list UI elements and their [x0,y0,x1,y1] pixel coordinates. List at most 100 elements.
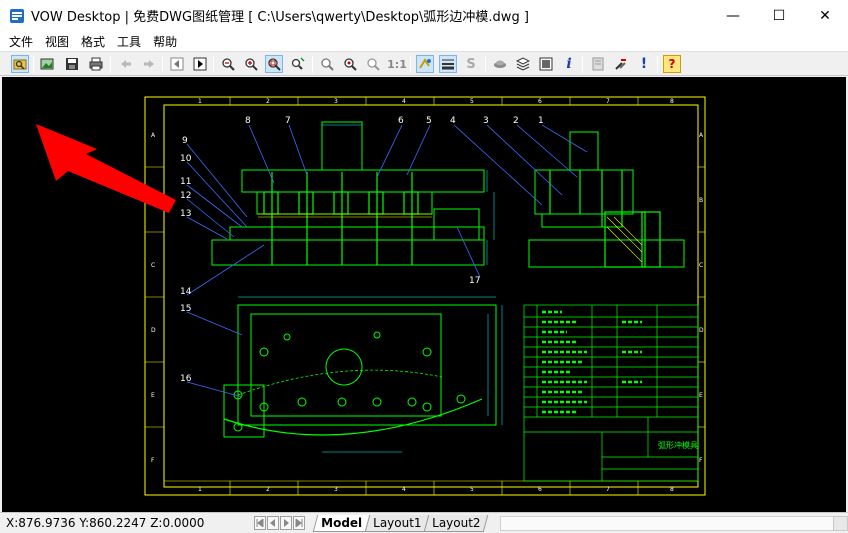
grid-number: 3 [334,486,338,493]
grid-letter: D [699,327,704,334]
grid-number: 6 [538,486,542,493]
part-label: 8 [245,116,251,126]
title-bar[interactable]: VOW Desktop | 免费DWG图纸管理 [ C:\Users\qwert… [0,0,848,31]
grid-letter: D [151,327,156,334]
part-label: 11 [180,177,191,187]
print-preview-icon[interactable] [589,55,607,73]
part-label: 10 [180,154,192,164]
toolbar-separator [582,56,583,73]
close-button[interactable]: ✕ [802,0,848,31]
part-label: 16 [180,374,192,384]
part-label: 1 [538,116,544,126]
window-title: VOW Desktop | 免费DWG图纸管理 [ C:\Users\qwert… [31,10,529,25]
zoom-out-icon[interactable] [219,55,237,73]
help-icon[interactable]: ? [663,55,681,73]
grid-letter: E [699,392,703,399]
side-view-details [549,170,661,268]
alert-icon[interactable]: ! [635,55,653,73]
toolbar-separator [485,56,486,73]
zoom-window-icon[interactable] [265,55,283,73]
menu-help[interactable]: 帮助 [148,33,182,50]
next-view-icon[interactable] [191,55,209,73]
tab-layout1[interactable]: Layout1 [364,514,430,532]
prev-tab-button[interactable] [267,516,279,530]
snap-s-icon[interactable]: S [462,55,480,73]
drawing-border [144,96,706,496]
menu-bar: 文件 视图 格式 工具 帮助 [0,31,848,51]
next-tab-button[interactable] [280,516,292,530]
menu-tools[interactable]: 工具 [112,33,146,50]
zoom-center-icon[interactable] [341,55,359,73]
part-label: 17 [469,276,480,286]
drawing-inner-border [163,104,699,488]
line-weight-icon[interactable] [439,55,457,73]
toolbar-separator [162,56,163,73]
layers-icon[interactable] [514,55,532,73]
redo-icon[interactable] [140,55,158,73]
front-view-details [263,172,419,265]
tab-label: Layout2 [432,515,482,530]
undo-icon[interactable] [117,55,135,73]
grid-number: 3 [334,98,338,105]
first-tab-button[interactable] [254,516,266,530]
tab-layout2[interactable]: Layout2 [424,514,490,532]
part-label: 5 [426,116,432,126]
layer-visibility-icon[interactable] [416,55,434,73]
part-label: 4 [450,116,456,126]
image-icon[interactable] [38,55,56,73]
side-view [528,131,685,268]
zoom-previous-icon[interactable] [364,55,382,73]
resize-grip[interactable] [833,516,848,531]
grid-number: 5 [470,98,474,105]
plan-view-dim [238,296,503,453]
grid-letter: F [151,457,155,464]
print-icon[interactable] [87,55,105,73]
toolbar-separator [410,56,411,73]
menu-file[interactable]: 文件 [4,33,38,50]
tab-model[interactable]: Model [312,514,371,532]
tools-icon[interactable] [612,55,630,73]
maximize-button[interactable]: ☐ [756,0,802,31]
grid-letter: F [699,457,703,464]
tab-label: Model [321,515,363,530]
last-tab-button[interactable] [293,516,305,530]
grid-number: 4 [402,486,406,493]
grid-number: 1 [198,486,202,493]
zoom-realtime-icon[interactable] [289,55,307,73]
grid-letter: A [699,132,704,139]
grid-letter: A [151,132,156,139]
leader-lines [186,124,588,398]
tab-label: Layout1 [373,515,422,530]
zoom-one-to-one-icon[interactable]: 1:1 [386,55,408,73]
minimize-button[interactable]: — [710,0,756,31]
open-file-icon[interactable] [11,55,29,73]
grid-number: 8 [670,486,674,493]
layout-icon[interactable] [537,55,555,73]
grid-number: 4 [402,98,406,105]
grid-number: 7 [606,98,610,105]
part-label: 7 [285,116,291,126]
zoom-extents-icon[interactable] [318,55,336,73]
zoom-in-icon[interactable] [242,55,260,73]
info-icon[interactable]: i [560,55,578,73]
part-label: 3 [483,116,489,126]
grid-letter: C [699,262,703,269]
grid-number: 8 [670,98,674,105]
save-icon[interactable] [63,55,81,73]
grid-letter: B [699,197,703,204]
horizontal-scrollbar[interactable] [500,516,848,531]
3d-view-icon[interactable] [491,55,509,73]
plan-view [223,304,497,438]
drawing-canvas[interactable]: 1 2 3 4 5 6 7 8 1 2 3 4 5 6 7 8 A B C D [2,77,846,512]
menu-view[interactable]: 视图 [40,33,74,50]
part-label: 6 [398,116,404,126]
prev-view-icon[interactable] [168,55,186,73]
part-label: 9 [182,136,188,146]
grid-letter: E [151,392,155,399]
toolbar: 1:1 S i ! ? [0,51,848,76]
grid-number: 1 [198,98,202,105]
title-block-name: 弧形冲模具 [658,440,698,450]
part-label: 14 [180,287,192,297]
application-window: VOW Desktop | 免费DWG图纸管理 [ C:\Users\qwert… [0,0,848,533]
menu-format[interactable]: 格式 [76,33,110,50]
